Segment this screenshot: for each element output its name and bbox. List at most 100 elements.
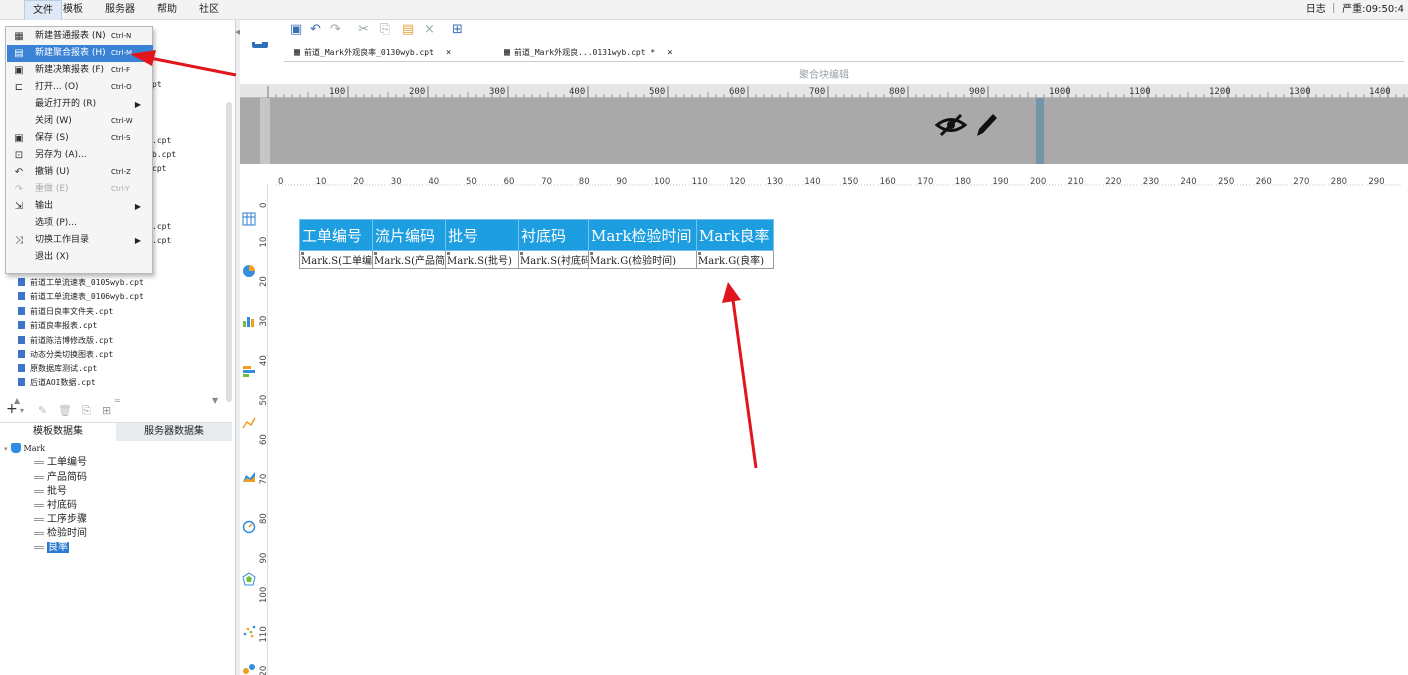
header-cell[interactable]: Mark良率 xyxy=(696,219,774,251)
menu-item-label: 退出 (X) xyxy=(35,252,70,262)
paste-icon[interactable]: ▤ xyxy=(402,22,414,37)
menu-item-save[interactable]: ▣ 保存 (S) Ctrl-S xyxy=(7,130,153,147)
menu-item-export[interactable]: ⇲ 输出 ▶ xyxy=(7,198,153,215)
field-icon xyxy=(34,460,44,464)
file-tree-scrollbar[interactable] xyxy=(226,102,232,402)
cut-icon[interactable]: ✂ xyxy=(358,22,369,37)
menu-item-open[interactable]: ⊏ 打开... (O) Ctrl-O xyxy=(7,79,153,96)
header-cell[interactable]: 批号 xyxy=(445,219,519,251)
add-dataset-icon[interactable]: + xyxy=(6,401,18,417)
template-params-icon[interactable]: ⊞ xyxy=(452,22,463,37)
data-cell[interactable]: Mark.S(工单编号) xyxy=(299,250,373,269)
table-chart-icon[interactable] xyxy=(242,212,256,226)
undo-icon: ↶ xyxy=(14,167,24,178)
menu-item-save-as[interactable]: ⊡ 另存为 (A)... xyxy=(7,147,153,164)
bubble-chart-icon[interactable] xyxy=(242,662,256,675)
dataset-field-selected[interactable]: 良率 xyxy=(34,541,69,555)
report-file-icon xyxy=(18,336,25,344)
expand-icon[interactable]: ▾ xyxy=(4,445,8,453)
save-icon[interactable]: ▣ xyxy=(290,22,302,37)
file-item[interactable]: 后道AOI数据.cpt xyxy=(18,376,96,390)
preview-icon[interactable]: ⎘ xyxy=(82,404,91,418)
menu-item-label: 选项 (P)... xyxy=(35,218,77,228)
tab-file-1[interactable]: ▦ 前道_Mark外观良率_0130wyb.cpt × xyxy=(294,44,451,61)
tab-server-dataset[interactable]: 服务器数据集 xyxy=(116,423,232,441)
file-item[interactable]: 前道良率报表.cpt xyxy=(18,319,97,333)
menu-item-new-aggregate-report[interactable]: ▤ 新建聚合报表 (H) Ctrl-M xyxy=(7,45,153,62)
tab-file-2[interactable]: ▦ 前道_Mark外观良...0131wyb.cpt * × xyxy=(504,44,673,61)
dataset-params-icon[interactable]: ⊞ xyxy=(102,404,111,417)
file-item[interactable]: 前道工单流速表_0106wyb.cpt xyxy=(18,290,144,304)
delete-icon[interactable]: 🗑 xyxy=(58,404,72,417)
header-cell[interactable]: Mark检验时间 xyxy=(588,219,697,251)
pie-chart-icon[interactable] xyxy=(242,264,256,278)
radar-chart-icon[interactable] xyxy=(242,572,256,586)
line-chart-icon[interactable] xyxy=(242,416,256,430)
data-cell[interactable]: Mark.G(良率) xyxy=(696,250,774,269)
ruler-tick-label: 1000 xyxy=(1049,87,1071,97)
menu-community[interactable]: 社区 xyxy=(191,0,227,20)
scatter-chart-icon[interactable] xyxy=(242,624,256,638)
ruler-tick-label: 100 xyxy=(259,587,268,603)
data-cell[interactable]: Mark.S(衬底码) xyxy=(518,250,589,269)
menu-item-switch-workdir[interactable]: ⤨ 切换工作目录 ▶ xyxy=(7,232,153,249)
block-left-ruler xyxy=(260,98,270,164)
menu-item-new-decision-report[interactable]: ▣ 新建决策报表 (F) Ctrl-F xyxy=(7,62,153,79)
menu-item-undo[interactable]: ↶ 撤销 (U) Ctrl-Z xyxy=(7,164,153,181)
menu-server[interactable]: 服务器 xyxy=(97,0,143,20)
menu-shortcut: Ctrl-Y xyxy=(111,185,130,193)
file-item[interactable]: 前道陈洁博修改版.cpt xyxy=(18,334,113,348)
designer-area: ◀ ▣ ↶ ↷ ✂ ⎘ ▤ × ⊞ ▦ 前道_Mark外观良率_0130wyb.c… xyxy=(235,20,1408,675)
edit-icon[interactable]: ✎ xyxy=(38,404,47,417)
dataset-field[interactable]: 检验时间 xyxy=(34,527,87,541)
data-cell[interactable]: Mark.S(产品简码) xyxy=(372,250,446,269)
file-item[interactable]: 前道日良率文件夹.cpt xyxy=(18,305,113,319)
dataset-field[interactable]: 产品简码 xyxy=(34,471,87,485)
menu-item-exit[interactable]: 退出 (X) xyxy=(7,249,153,266)
undo-icon[interactable]: ↶ xyxy=(310,22,321,37)
menu-help[interactable]: 帮助 xyxy=(149,0,185,20)
dataset-field[interactable]: 工序步骤 xyxy=(34,513,87,527)
field-label: 工序步骤 xyxy=(47,514,87,525)
log-status[interactable]: 日志 ｜ 严重:09:50:4 xyxy=(1306,0,1404,20)
gauge-chart-icon[interactable] xyxy=(242,520,256,534)
dataset-root[interactable]: ▾ Mark xyxy=(4,442,45,456)
tab-template-dataset[interactable]: 模板数据集 xyxy=(0,423,116,441)
menu-item-options[interactable]: 选项 (P)... xyxy=(7,215,153,232)
file-item[interactable]: 原数据库测试.cpt xyxy=(18,362,97,376)
menu-item-close[interactable]: 关闭 (W) Ctrl-W xyxy=(7,113,153,130)
hide-icon[interactable] xyxy=(935,112,969,138)
redo-icon: ↷ xyxy=(14,184,24,195)
dropdown-arrow-icon[interactable]: ▾ xyxy=(20,406,24,415)
close-icon[interactable]: × xyxy=(667,48,672,58)
header-cell[interactable]: 衬底码 xyxy=(518,219,589,251)
header-cell[interactable]: 工单编号 xyxy=(299,219,373,251)
pencil-icon[interactable] xyxy=(975,112,999,138)
field-label: 产品简码 xyxy=(47,472,87,483)
menu-item-new-report[interactable]: ▦ 新建普通报表 (N) Ctrl-N xyxy=(7,28,153,45)
dataset-field[interactable]: 批号 xyxy=(34,485,67,499)
file-item[interactable]: 动态分类切换图表.cpt xyxy=(18,348,113,362)
dataset-field[interactable]: 工单编号 xyxy=(34,456,87,470)
header-cell[interactable]: 流片编码 xyxy=(372,219,446,251)
close-icon[interactable]: × xyxy=(446,48,451,58)
area-chart-icon[interactable] xyxy=(242,469,256,483)
horizontal-bar-icon[interactable] xyxy=(242,364,256,378)
file-item[interactable]: 前道工单流速表_0105wyb.cpt xyxy=(18,276,144,290)
file-name-fragment: .cpt xyxy=(152,222,172,231)
copy-icon[interactable]: ⎘ xyxy=(380,22,390,37)
redo-icon[interactable]: ↷ xyxy=(330,22,341,37)
block-resize-divider[interactable] xyxy=(1036,98,1044,164)
file-menu-dropdown: ▦ 新建普通报表 (N) Ctrl-N ▤ 新建聚合报表 (H) Ctrl-M ▣ 新建决… xyxy=(5,26,153,274)
bar-chart-icon[interactable] xyxy=(242,314,256,328)
menu-item-redo[interactable]: ↷ 重做 (E) Ctrl-Y xyxy=(7,181,153,198)
row-ruler: 0 10 20 30 40 50 60 70 80 90 100 110 120 xyxy=(258,184,269,675)
menu-item-recent[interactable]: 最近打开的 (R) ▶ xyxy=(7,96,153,113)
data-cell[interactable]: Mark.G(检验时间) xyxy=(588,250,697,269)
field-icon xyxy=(34,503,44,507)
menu-template[interactable]: 模板 xyxy=(55,0,91,20)
aggregate-block-canvas[interactable] xyxy=(240,98,1408,164)
delete-icon[interactable]: × xyxy=(424,22,435,37)
dataset-field[interactable]: 衬底码 xyxy=(34,499,77,513)
data-cell[interactable]: Mark.S(批号) xyxy=(445,250,519,269)
